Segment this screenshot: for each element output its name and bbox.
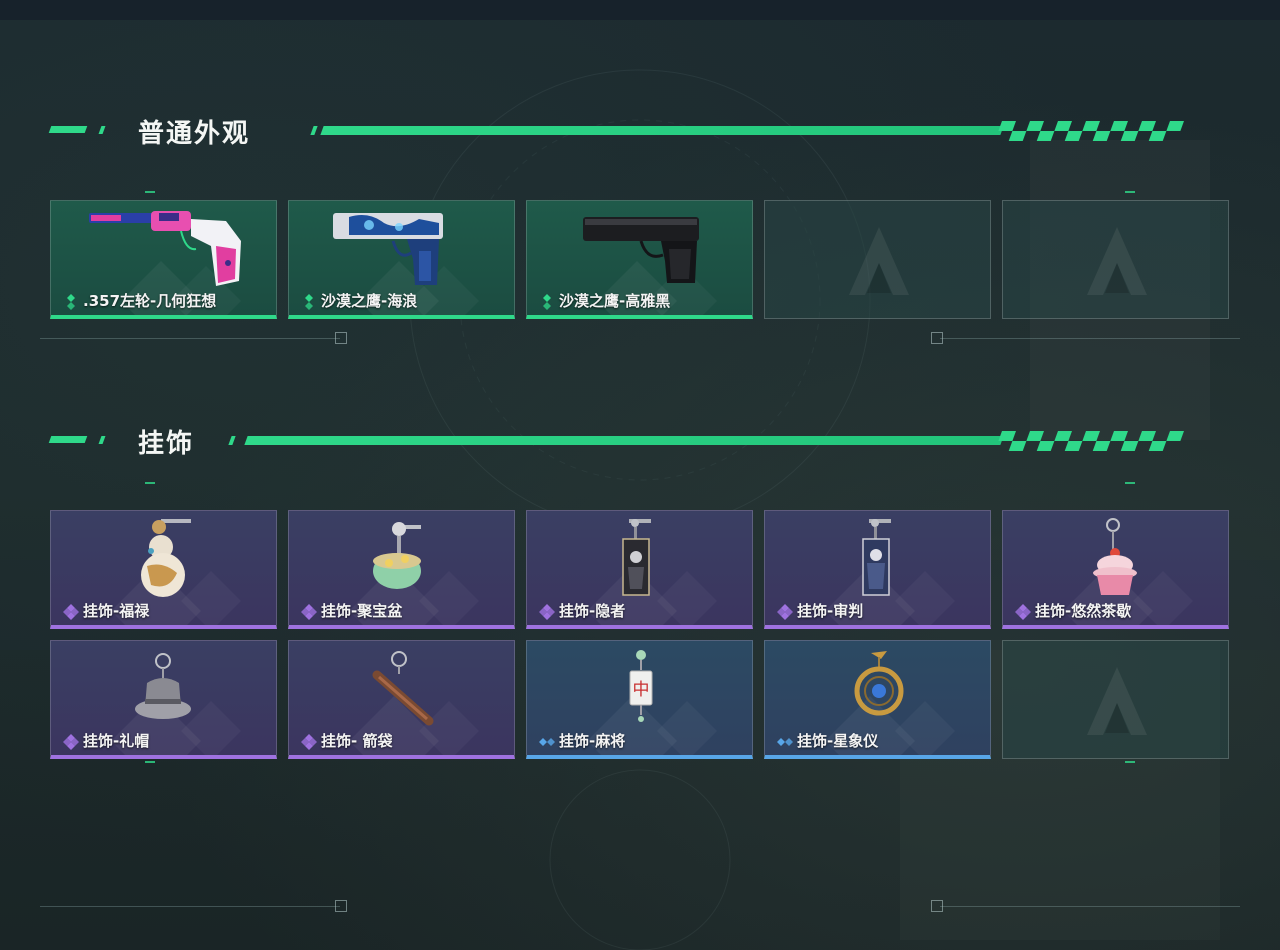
rarity-diamond-icon [63, 734, 79, 750]
item-tile[interactable]: 挂饰-聚宝盆 [288, 510, 515, 629]
empty-slot-logo-icon [1087, 667, 1147, 735]
hud-line [40, 906, 340, 907]
item-label: .357左轮-几何狂想 [83, 292, 217, 310]
item-label: 沙漠之鹰-高雅黑 [559, 292, 671, 310]
hud-box [931, 900, 943, 912]
hud-box [931, 332, 943, 344]
hud-mark [1125, 761, 1135, 763]
rarity-diamond-icon [305, 294, 313, 310]
rarity-diamond-icon [63, 604, 79, 620]
hud-mark [145, 482, 155, 484]
item-tile[interactable]: 沙漠之鹰-海浪 [288, 200, 515, 319]
rarity-diamond-icon [539, 604, 555, 620]
item-tile[interactable]: 挂饰-隐者 [526, 510, 753, 629]
rarity-diamond-icon [777, 604, 793, 620]
item-label: 挂饰-礼帽 [83, 732, 150, 750]
item-tile[interactable]: 中 挂饰-麻将 [526, 640, 753, 759]
empty-item-slot[interactable] [1002, 200, 1229, 319]
item-label: 挂饰-隐者 [559, 602, 626, 620]
mahjong-glyph: 中 [633, 680, 650, 700]
rarity-diamond-icon [1015, 604, 1031, 620]
hud-mark [1125, 191, 1135, 193]
item-label: 挂饰-星象仪 [797, 732, 879, 750]
rarity-diamond-icon [301, 604, 317, 620]
rarity-diamond-icon [539, 738, 555, 746]
header-accent [48, 436, 88, 443]
section-title: 挂饰 [138, 429, 195, 459]
hud-line [940, 338, 1240, 339]
hud-mark [145, 761, 155, 763]
item-label: 挂饰-审判 [797, 602, 864, 620]
item-tile[interactable]: 挂饰-星象仪 [764, 640, 991, 759]
header-line [244, 436, 1004, 445]
item-label: 挂饰-福禄 [83, 602, 150, 620]
item-tile[interactable]: 挂饰- 箭袋 [288, 640, 515, 759]
item-tile[interactable]: 挂饰-福禄 [50, 510, 277, 629]
empty-item-slot[interactable] [764, 200, 991, 319]
empty-item-slot[interactable] [1002, 640, 1229, 759]
item-label: 挂饰-聚宝盆 [321, 602, 403, 620]
item-label: 挂饰- 箭袋 [321, 732, 393, 750]
item-tile[interactable]: 挂饰-悠然茶歇 [1002, 510, 1229, 629]
section-header-appearance: 普通外观 [48, 115, 1210, 149]
checker-flag-icon [998, 431, 1184, 451]
item-tile[interactable]: 沙漠之鹰-高雅黑 [526, 200, 753, 319]
header-accent [48, 126, 88, 133]
rarity-diamond-icon [301, 734, 317, 750]
header-accent [310, 126, 318, 135]
hud-line [40, 338, 340, 339]
item-label: 挂饰-麻将 [559, 732, 626, 750]
hud-mark [1125, 482, 1135, 484]
item-tile[interactable]: .357左轮-几何狂想 [50, 200, 277, 319]
rarity-diamond-icon [777, 738, 793, 746]
header-accent [98, 436, 106, 444]
item-label: 沙漠之鹰-海浪 [321, 292, 418, 310]
hud-line [940, 906, 1240, 907]
header-accent [98, 126, 106, 134]
empty-slot-logo-icon [849, 227, 909, 295]
rarity-diamond-icon [543, 294, 551, 310]
section-title: 普通外观 [138, 119, 251, 149]
checker-flag-icon [998, 121, 1184, 141]
item-label: 挂饰-悠然茶歇 [1035, 602, 1132, 620]
hud-box [335, 900, 347, 912]
hud-mark [145, 191, 155, 193]
empty-slot-logo-icon [1087, 227, 1147, 295]
item-tile[interactable]: 挂饰-审判 [764, 510, 991, 629]
rarity-diamond-icon [67, 294, 75, 310]
header-line [320, 126, 1004, 135]
hud-box [335, 332, 347, 344]
header-accent [228, 436, 236, 445]
section-header-charms: 挂饰 [48, 425, 1210, 459]
item-tile[interactable]: 挂饰-礼帽 [50, 640, 277, 759]
